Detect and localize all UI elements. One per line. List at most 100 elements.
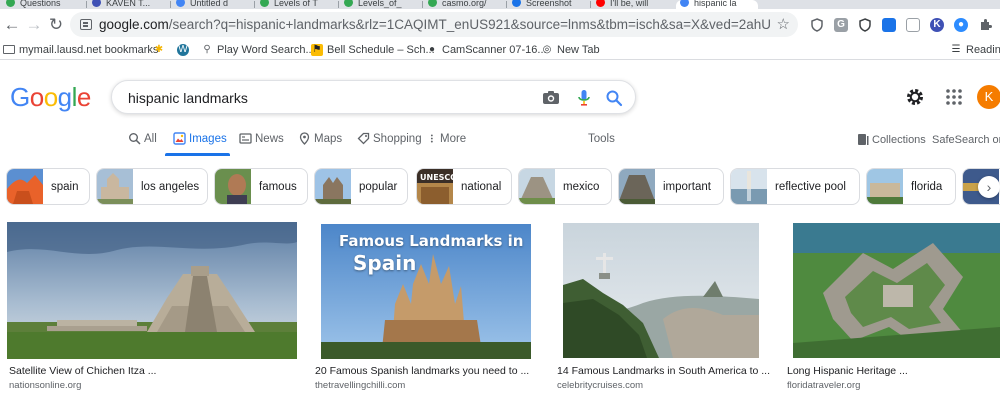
result-source[interactable]: floridatraveler.org (787, 380, 860, 392)
chip-thumbnail (97, 169, 133, 204)
browser-tab[interactable]: Untitled d (172, 0, 252, 9)
chip-important[interactable]: important (618, 168, 724, 205)
extension-blue-icon[interactable] (882, 18, 896, 32)
camscanner-icon: ● (428, 44, 436, 55)
browser-tab[interactable]: Screenshot (508, 0, 588, 9)
shield-icon[interactable] (810, 18, 824, 32)
tab-favicon-icon (428, 0, 437, 7)
more-vert-icon (430, 134, 433, 143)
search-icon[interactable] (604, 88, 624, 108)
search-icon: ⚲ (203, 44, 211, 55)
result-image-frame[interactable]: Famous Landmarks in Spain (313, 222, 538, 359)
avatar[interactable]: K (977, 85, 1000, 109)
back-button[interactable]: ← (0, 13, 24, 37)
forward-button[interactable]: → (22, 13, 46, 37)
search-input[interactable]: hispanic landmarks (128, 90, 248, 106)
browser-tab[interactable]: I'll be, will (592, 0, 672, 9)
chip-mexico[interactable]: mexico (518, 168, 612, 205)
active-tab-indicator (165, 153, 230, 156)
apps-grid-icon[interactable] (943, 86, 965, 108)
result-title[interactable]: 14 Famous Landmarks in South America to … (557, 365, 770, 378)
news-icon (239, 133, 252, 144)
browser-tab[interactable]: Questions (2, 0, 84, 9)
bookmark-folder[interactable]: mymail.lausd.net bookmarks (3, 43, 158, 57)
browser-tab-active[interactable]: hispanic la (676, 0, 758, 9)
overlay-title-line1: Famous Landmarks in (339, 232, 524, 250)
result-source[interactable]: thetravellingchilli.com (315, 380, 405, 392)
collections-button[interactable]: Collections (857, 133, 926, 147)
tab-news[interactable]: News (239, 132, 284, 146)
result-source[interactable]: nationsonline.org (9, 380, 81, 392)
result-title[interactable]: 20 Famous Spanish landmarks you need to … (315, 365, 529, 378)
browser-tab[interactable]: KAVEN T... (88, 0, 168, 9)
chip-reflective-pool[interactable]: reflective pool (730, 168, 860, 205)
address-bar[interactable]: google.com/search?q=hispanic+landmarks&r… (70, 12, 798, 37)
tab-favicon-icon (344, 0, 353, 7)
tab-separator (338, 1, 339, 8)
browser-tab[interactable]: Levels_of_ (340, 0, 420, 9)
result-title[interactable]: Long Hispanic Heritage ... (787, 365, 908, 378)
reading-list-icon: ☰ (951, 44, 961, 55)
safesearch-button[interactable]: SafeSearch on ▾ (932, 133, 1000, 147)
tab-favicon-icon (92, 0, 101, 7)
chip-thumbnail (867, 169, 903, 204)
bookmark-item[interactable]: ⚲ Play Word Search... (201, 43, 314, 57)
chips-next-button[interactable]: › (978, 176, 1000, 198)
extension-outline-icon[interactable] (906, 18, 920, 32)
tools-button[interactable]: Tools (588, 132, 615, 146)
url-path: /search?q=hispanic+landmarks&rlz=1CAQIMT… (168, 17, 771, 32)
tab-more[interactable]: More (428, 132, 466, 146)
folder-icon (3, 45, 15, 54)
tab-maps[interactable]: Maps (298, 132, 342, 146)
browser-tab-strip: Questions KAVEN T... Untitled d Levels o… (0, 0, 1000, 9)
camera-icon[interactable] (541, 88, 561, 108)
bookmark-item[interactable]: ● CamScanner 07-16... (426, 43, 547, 57)
chip-thumbnail: UNESCO (417, 169, 453, 204)
result-image[interactable] (7, 222, 297, 359)
gear-icon[interactable] (904, 86, 926, 108)
chip-popular[interactable]: popular (314, 168, 408, 205)
browser-tab[interactable]: Levels of T (256, 0, 336, 9)
logo-letter: o (29, 82, 44, 112)
browser-tab[interactable]: casmo.org/ (424, 0, 504, 9)
logo-letter: e (76, 82, 91, 112)
reload-button[interactable]: ↻ (44, 13, 68, 37)
map-pin-icon (299, 132, 310, 145)
search-box[interactable]: hispanic landmarks (111, 80, 636, 114)
chip-famous[interactable]: famous (214, 168, 308, 205)
tab-images[interactable]: Images (173, 132, 227, 146)
tab-all[interactable]: All (128, 132, 157, 146)
tab-separator (86, 1, 87, 8)
result-title[interactable]: Satellite View of Chichen Itza ... (9, 365, 156, 378)
tab-shopping[interactable]: Shopping (357, 132, 422, 146)
chip-national[interactable]: UNESCO national (416, 168, 512, 205)
url-text[interactable]: google.com/search?q=hispanic+landmarks&r… (99, 17, 771, 33)
result-source[interactable]: celebritycruises.com (557, 380, 643, 392)
extension-k-icon[interactable]: K (930, 18, 944, 32)
tab-title: casmo.org/ (442, 0, 487, 8)
google-logo[interactable]: Google (10, 82, 91, 112)
chip-spain[interactable]: spain (6, 168, 90, 205)
star-icon[interactable]: ☆ (777, 15, 790, 33)
shield-check-icon[interactable] (858, 18, 872, 32)
microphone-icon[interactable] (574, 88, 594, 108)
chip-thumbnail (7, 169, 43, 204)
bookmark-item[interactable]: ◎ New Tab (541, 43, 600, 57)
chip-florida[interactable]: florida (866, 168, 956, 205)
chip-thumbnail (315, 169, 351, 204)
tab-favicon-icon (680, 0, 689, 7)
result-image-frame[interactable] (785, 222, 1000, 359)
result-image-frame[interactable] (555, 222, 767, 359)
page-info-icon[interactable] (80, 19, 92, 30)
tab-separator (422, 1, 423, 8)
tab-title: Questions (20, 0, 61, 8)
reading-list-button[interactable]: ☰ Reading (950, 43, 1000, 57)
globe-icon: ◎ (542, 44, 552, 55)
chip-los-angeles[interactable]: los angeles (96, 168, 208, 205)
result-image (793, 223, 1000, 358)
puzzle-icon[interactable] (978, 18, 992, 32)
bookmark-item[interactable]: ⚑ Bell Schedule – Sch... (311, 43, 435, 57)
zoom-icon[interactable]: ● (954, 18, 968, 32)
tab-title: hispanic la (694, 0, 737, 8)
extension-g-icon[interactable]: G (834, 18, 848, 32)
